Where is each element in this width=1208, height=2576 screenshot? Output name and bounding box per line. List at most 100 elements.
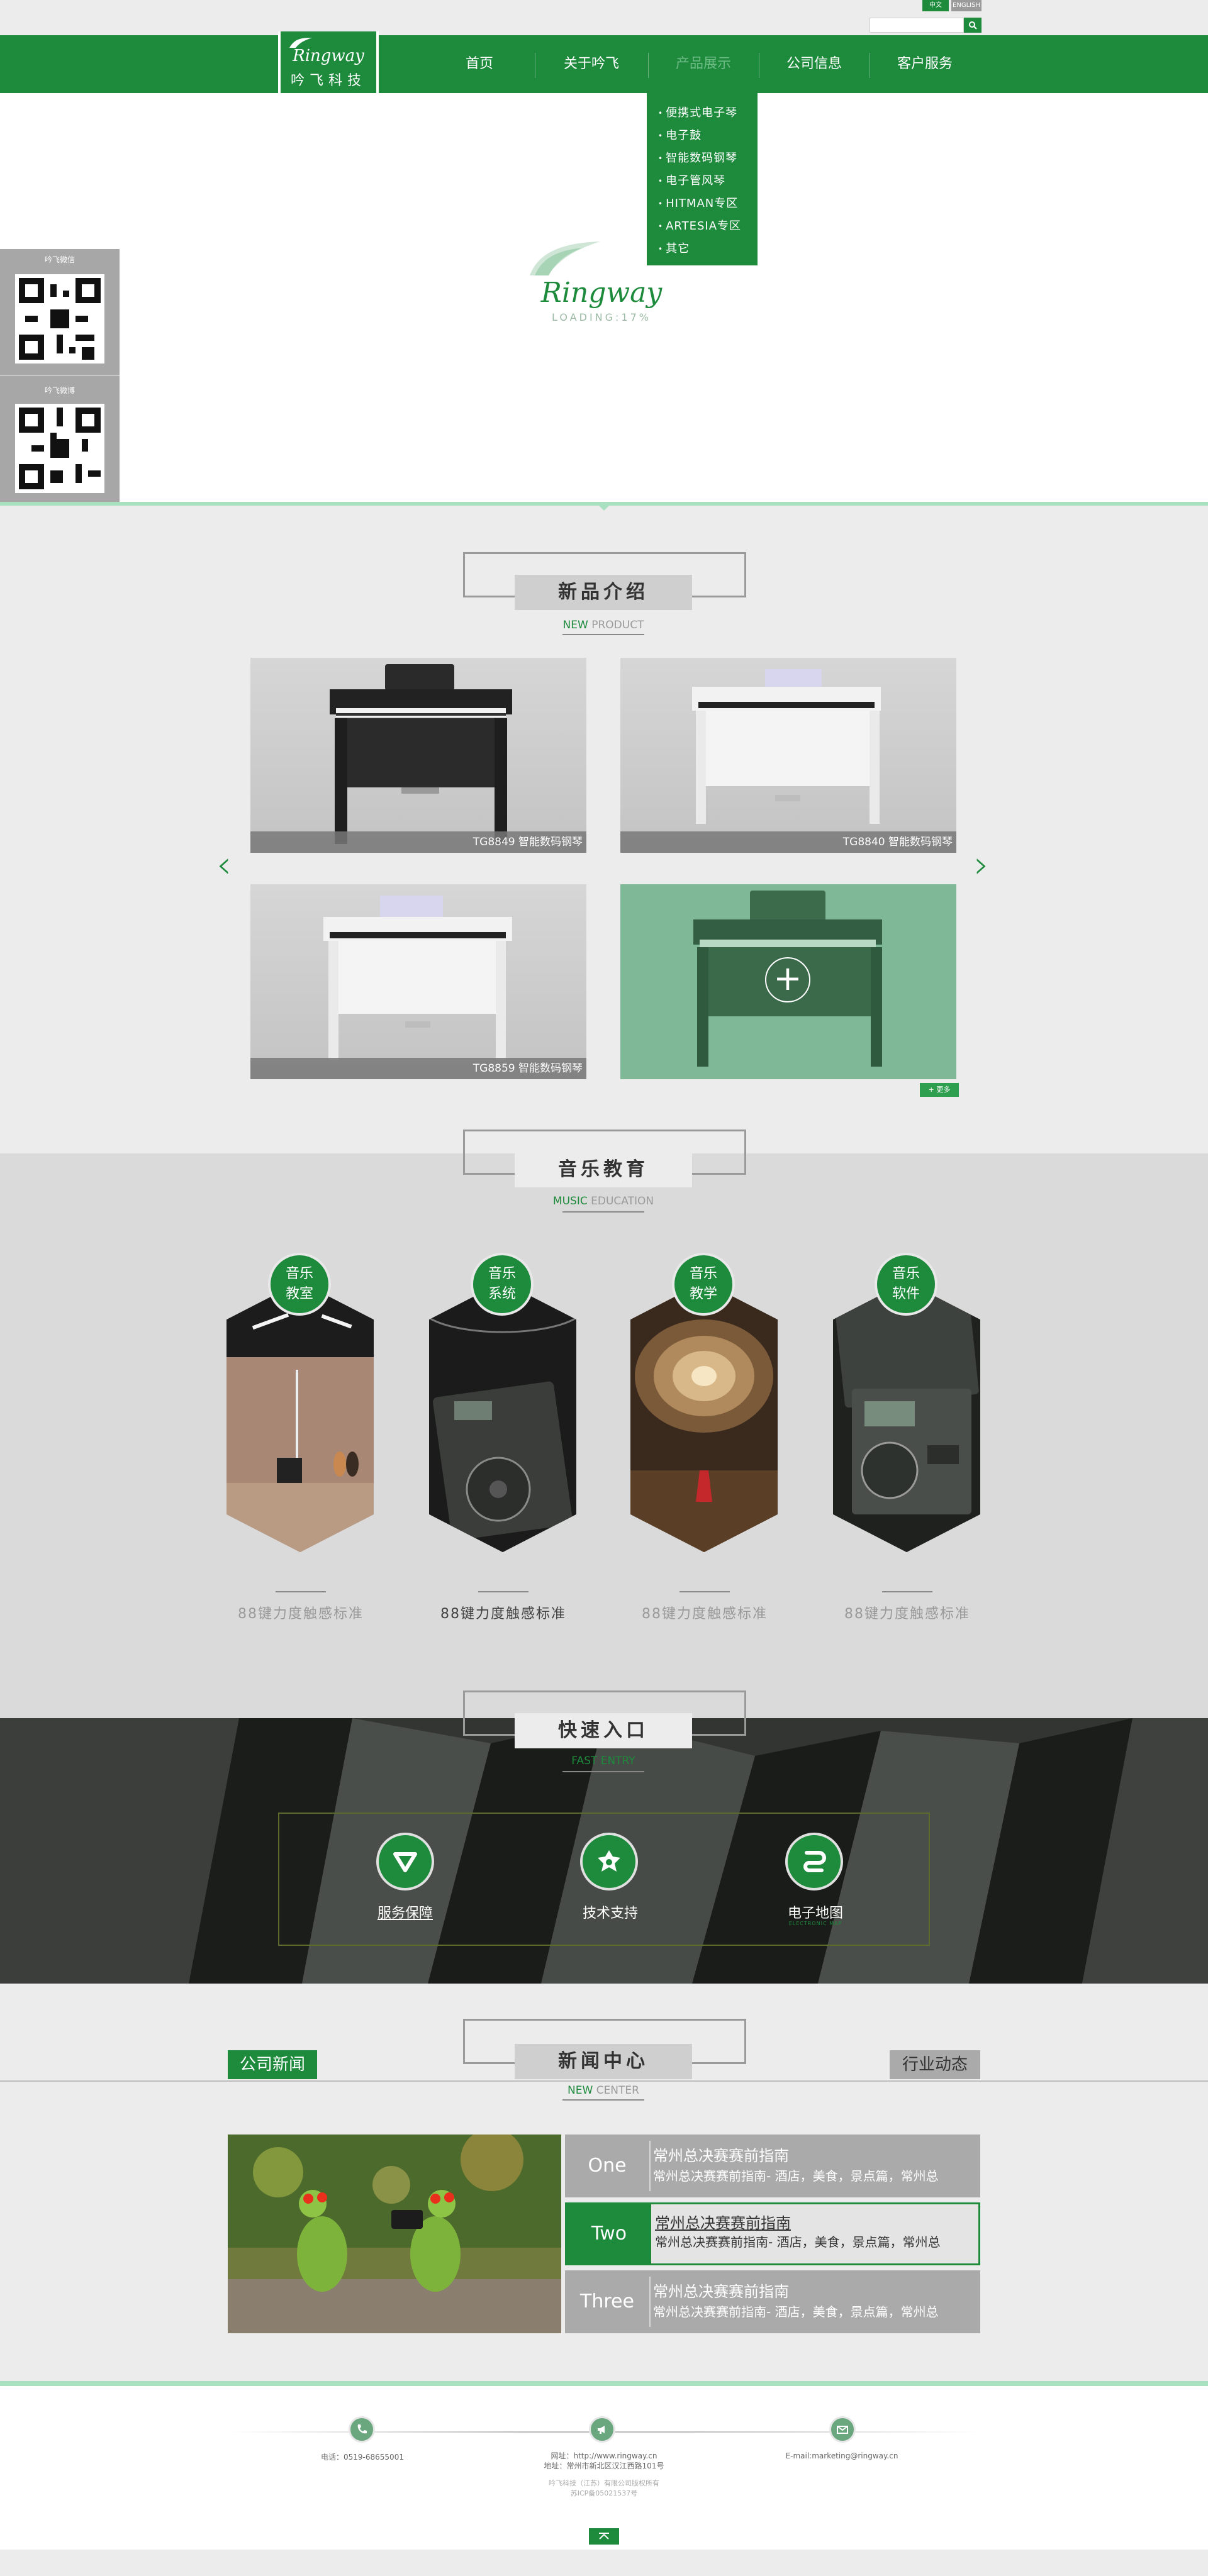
footer-website[interactable]: 网址：http://www.ringway.cn: [510, 2450, 698, 2461]
product-card[interactable]: TG8840 智能数码钢琴: [620, 658, 956, 853]
product-card[interactable]: TG8849 智能数码钢琴: [250, 658, 586, 853]
tab-company-news[interactable]: 公司新闻: [228, 2050, 317, 2079]
edu-card-software[interactable]: [833, 1282, 980, 1552]
edu-caption-divider: [680, 1591, 730, 1592]
education-title-underline: [562, 1211, 644, 1213]
phone-button[interactable]: [349, 2416, 375, 2443]
plus-icon: +: [765, 957, 810, 1002]
dropdown-item-digital-piano[interactable]: 智能数码钢琴: [658, 147, 758, 170]
electronic-map-label[interactable]: 电子地图: [752, 1902, 878, 1922]
edu-caption: 88键力度触感标准: [238, 1606, 364, 1622]
nav-products[interactable]: 产品展示: [661, 35, 746, 93]
edu-badge: 音乐 系统: [471, 1253, 534, 1316]
dropdown-item-artesia[interactable]: ARTESIA专区: [658, 215, 758, 238]
news-title-underline: [562, 2099, 644, 2101]
news-item-description: 常州总决赛赛前指南- 酒店，美食，景点篇，常州总: [653, 2304, 939, 2319]
education-section: [0, 1153, 1208, 1718]
news-title: 新闻中心: [515, 2044, 692, 2079]
qr-divider: [0, 375, 120, 376]
edu-caption: 88键力度触感标准: [440, 1606, 566, 1622]
phone-icon: [357, 2424, 367, 2434]
edu-card-system[interactable]: [429, 1282, 576, 1552]
wechat-qr-code: [15, 274, 104, 364]
logo-chinese: 吟飞科技: [290, 73, 366, 89]
fast-entry-title-underline: [562, 1771, 644, 1772]
music-software-image: [833, 1282, 980, 1552]
logo-script: Ringway: [293, 47, 364, 65]
music-system-image: [429, 1282, 576, 1552]
hero-divider-notch: [598, 504, 610, 511]
edu-caption-divider: [478, 1591, 528, 1592]
dropdown-item-organ[interactable]: 电子管风琴: [658, 170, 758, 192]
dropdown-item-portable-keyboard[interactable]: 便携式电子琴: [658, 102, 758, 125]
wechat-label: 吟飞微信: [44, 255, 75, 264]
footer-bottom-bar: [0, 2550, 1208, 2576]
dropdown-item-hitman[interactable]: HITMAN专区: [658, 192, 758, 215]
weibo-label: 吟飞微博: [44, 386, 75, 395]
carousel-prev-arrow[interactable]: ‹: [216, 843, 232, 887]
products-subtitle: NEW PRODUCT: [562, 619, 644, 631]
tab-industry-news[interactable]: 行业动态: [890, 2050, 980, 2079]
gear-icon: [598, 1850, 620, 1872]
edu-caption: 88键力度触感标准: [844, 1606, 970, 1622]
news-item-title: 常州总决赛赛前指南: [655, 2214, 791, 2232]
footer-icp: 苏ICP备05021537号: [570, 2489, 638, 2497]
lang-chinese-button[interactable]: 中文: [922, 0, 949, 11]
footer-address: 地址：常州市新北区汉江西路101号: [544, 2462, 664, 2470]
education-subtitle: MUSIC EDUCATION: [552, 1195, 654, 1208]
nav-about[interactable]: 关于吟飞: [549, 35, 634, 93]
edu-caption-divider: [276, 1591, 326, 1592]
chevron-up-icon: [599, 2533, 609, 2540]
edu-caption-divider: [882, 1591, 932, 1592]
classroom-image: [226, 1282, 374, 1552]
products-title: 新品介绍: [515, 575, 692, 610]
back-to-top-button[interactable]: [589, 2528, 619, 2545]
piano-image: [692, 669, 881, 824]
edu-caption: 88键力度触感标准: [642, 1606, 768, 1622]
loading-indicator: Ringway LOADING:17%: [526, 239, 677, 323]
website-button[interactable]: [589, 2416, 615, 2443]
carousel-next-arrow[interactable]: ›: [974, 843, 989, 887]
dropdown-item-drums[interactable]: 电子鼓: [658, 125, 758, 147]
concert-hall-image: [630, 1282, 778, 1552]
loading-progress-text: LOADING:17%: [552, 311, 651, 323]
nav-home[interactable]: 首页: [442, 35, 517, 93]
education-title: 音乐教育: [515, 1152, 692, 1187]
news-list-item-active[interactable]: Two 常州总决赛赛前指南 常州总决赛赛前指南- 酒店，美食，景点篇，常州总: [565, 2202, 980, 2265]
news-image[interactable]: [228, 2135, 561, 2333]
footer-copyright: 吟飞科技（江苏）有限公司版权所有: [549, 2479, 659, 2487]
piano-image: [323, 896, 512, 1060]
tech-support-label[interactable]: 技术支持: [547, 1902, 673, 1922]
product-caption: TG8849 智能数码钢琴: [250, 831, 586, 853]
email-button[interactable]: [829, 2416, 856, 2443]
service-guarantee-button[interactable]: [376, 1833, 434, 1890]
products-more-button[interactable]: + 更多: [920, 1083, 959, 1097]
nav-customer-service[interactable]: 客户服务: [882, 35, 968, 93]
electronic-map-button[interactable]: [785, 1833, 843, 1890]
nav-company-info[interactable]: 公司信息: [771, 35, 857, 93]
footer-email[interactable]: E-mail:marketing@ringway.cn: [747, 2451, 936, 2460]
footer-divider: [0, 2381, 1208, 2386]
edu-card-classroom[interactable]: [226, 1282, 374, 1552]
envelope-icon: [837, 2426, 848, 2434]
fast-entry-subtitle: FAST ENTRY: [571, 1755, 635, 1767]
news-item-number: Two: [567, 2204, 651, 2263]
news-list-item[interactable]: Three 常州总决赛赛前指南 常州总决赛赛前指南- 酒店，美食，景点篇，常州总: [565, 2270, 980, 2333]
search-button[interactable]: [964, 18, 982, 33]
product-card-hovered[interactable]: +: [620, 884, 956, 1079]
edu-badge: 音乐 软件: [875, 1253, 937, 1316]
product-caption: TG8859 智能数码钢琴: [250, 1058, 586, 1079]
edu-card-teaching[interactable]: [630, 1282, 778, 1552]
search-input[interactable]: [870, 18, 964, 33]
product-card[interactable]: TG8859 智能数码钢琴: [250, 884, 586, 1079]
frogs-photo: [228, 2135, 561, 2333]
lang-english-button[interactable]: ENGLISH: [951, 0, 982, 11]
bird-logo-icon: [289, 38, 312, 48]
news-list-item[interactable]: One 常州总决赛赛前指南 常州总决赛赛前指南- 酒店，美食，景点篇，常州总: [565, 2135, 980, 2197]
edu-badge: 音乐 教学: [672, 1253, 735, 1316]
tech-support-button[interactable]: [580, 1833, 638, 1890]
news-item-description: 常州总决赛赛前指南- 酒店，美食，景点篇，常州总: [655, 2235, 941, 2250]
service-guarantee-label[interactable]: 服务保障: [342, 1902, 468, 1922]
product-caption: TG8840 智能数码钢琴: [620, 831, 956, 853]
top-bar: [0, 0, 1208, 35]
